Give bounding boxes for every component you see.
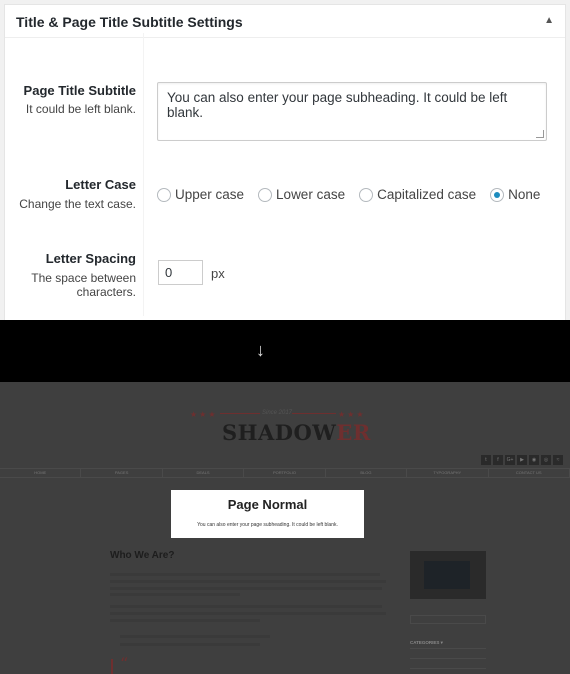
letter-spacing-label: Letter Spacing (45, 251, 136, 266)
letter-spacing-description-line-1: The space between (31, 271, 136, 285)
radio-circle-icon[interactable] (157, 187, 171, 202)
dribbble-icon[interactable]: ◉ (529, 455, 539, 465)
radio-lower-case[interactable]: Lower case (258, 187, 345, 202)
twitter-icon[interactable]: t (481, 455, 491, 465)
logo-rule-left (220, 413, 260, 414)
paragraph-line (110, 619, 260, 622)
paragraph-line (110, 587, 382, 590)
logo-text: SHADOW (222, 420, 337, 445)
instagram-icon[interactable]: ◎ (541, 455, 551, 465)
metabox-title: Title & Page Title Subtitle Settings (16, 14, 243, 30)
facebook-icon[interactable]: f (493, 455, 503, 465)
categories-heading: CATEGORIES ▾ (410, 640, 443, 645)
page-subtitle: You can also enter your page subheading.… (197, 522, 338, 528)
logo-rule-right (292, 413, 336, 414)
subtitle-description: It could be left blank. (25, 102, 136, 116)
quote-bar (111, 659, 113, 674)
nav-item-blog[interactable]: BLOG (326, 469, 408, 477)
quote-icon: “ (120, 654, 129, 673)
nav-item-portfolio[interactable]: PORTFOLIO (244, 469, 326, 477)
subtitle-label: Page Title Subtitle (23, 83, 136, 98)
letter-case-description: Change the text case. (19, 197, 136, 211)
paragraph-line (110, 593, 240, 596)
nav-item-pages[interactable]: PAGES (81, 469, 163, 477)
nav-item-deals[interactable]: DEALS (163, 469, 245, 477)
letter-case-radio-group: Upper case Lower case Capitalized case N… (157, 187, 554, 202)
google-plus-icon[interactable]: G+ (505, 455, 515, 465)
radio-label: Capitalized case (377, 187, 477, 202)
radio-circle-icon[interactable] (359, 187, 374, 202)
radio-checked-icon[interactable] (490, 187, 505, 202)
letter-case-label: Letter Case (65, 177, 136, 192)
radio-circle-icon[interactable] (258, 187, 273, 202)
page-title: Page Normal (227, 497, 308, 512)
paragraph-line (110, 612, 386, 615)
laptop-image (424, 561, 470, 589)
nav-item-typography[interactable]: TYPOGRAPHY (407, 469, 489, 477)
logo-accent-text: ER (336, 420, 371, 445)
resize-handle-icon[interactable] (536, 130, 544, 138)
nav-item-home[interactable]: HOME (0, 469, 82, 477)
section-heading: Who We Are? (110, 550, 175, 561)
letter-spacing-description-line-2: characters. (76, 285, 136, 299)
column-divider (143, 33, 144, 316)
radio-upper-case[interactable]: Upper case (157, 187, 244, 202)
logo-since: Since 2017 (262, 410, 293, 416)
subtitle-text: You can also enter your page subheading.… (167, 90, 508, 120)
main-navigation: HOME PAGES DEALS PORTFOLIO BLOG TYPOGRAP… (0, 468, 570, 478)
radio-label: None (508, 187, 541, 202)
collapse-toggle-icon[interactable]: ▲ (544, 15, 554, 26)
radio-capitalized-case[interactable]: Capitalized case (359, 187, 476, 202)
paragraph-line (110, 573, 380, 576)
nav-item-contact[interactable]: CONTACT US (489, 469, 570, 477)
sidebar-thumbnail[interactable] (410, 551, 486, 599)
metabox-header[interactable]: Title & Page Title Subtitle Settings ▲ (5, 5, 565, 38)
stars-right-icon: ★★★ (338, 410, 366, 419)
rss-icon[interactable]: ≈ (553, 455, 563, 465)
stars-left-icon: ★★★ (190, 410, 218, 419)
sidebar-divider (410, 648, 486, 649)
sidebar-divider (410, 668, 486, 669)
page-title-highlight: Page Normal You can also enter your page… (171, 490, 364, 538)
subtitle-textarea[interactable]: You can also enter your page subheading.… (157, 82, 547, 141)
social-icons: t f G+ ▶ ◉ ◎ ≈ (481, 455, 563, 465)
sidebar-divider (410, 658, 486, 659)
radio-label: Lower case (276, 187, 346, 202)
letter-spacing-input[interactable]: 0 (158, 260, 203, 285)
radio-label: Upper case (175, 187, 245, 202)
list-item-line (120, 643, 260, 646)
youtube-icon[interactable]: ▶ (517, 455, 527, 465)
paragraph-line (110, 580, 386, 583)
frontend-preview: ★★★ Since 2017 ★★★ SHADOWER t f G+ ▶ ◉ ◎… (0, 382, 570, 674)
radio-none[interactable]: None (490, 187, 540, 202)
settings-panel: Title & Page Title Subtitle Settings ▲ P… (0, 0, 570, 320)
site-logo[interactable]: SHADOWER (222, 420, 371, 445)
down-arrow-icon: ↓ (256, 340, 265, 360)
paragraph-line (110, 605, 382, 608)
list-item-line (120, 635, 270, 638)
letter-spacing-unit: px (211, 266, 225, 281)
sidebar-search-input[interactable] (410, 615, 486, 624)
